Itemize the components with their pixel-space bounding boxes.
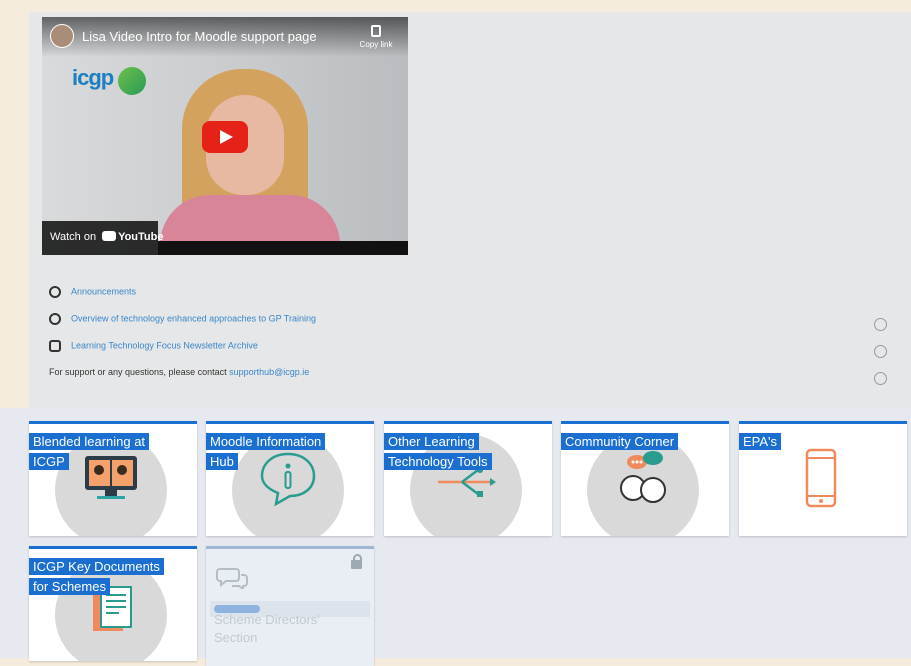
link-announcements[interactable]: Announcements: [49, 286, 136, 302]
tile-label: Other Learning Technology Tools: [384, 432, 524, 472]
chat-icon: [216, 568, 248, 589]
youtube-label: YouTube: [118, 231, 164, 243]
tile-icgp-key-documents[interactable]: ICGP Key Documents for Schemes: [29, 546, 197, 661]
completion-checkbox[interactable]: [874, 345, 887, 358]
tile-label: EPA's: [739, 432, 782, 452]
phone-icon: [805, 448, 837, 508]
video-title[interactable]: Lisa Video Intro for Moodle support page: [82, 29, 317, 44]
tile-label: Blended learning at ICGP: [29, 432, 169, 472]
youtube-icon: [102, 231, 117, 241]
tile-label: Moodle Information Hub: [206, 432, 346, 472]
support-text: For support or any questions, please con…: [49, 367, 309, 377]
course-summary-panel: icgp Lisa Video Intro for Moodle support…: [29, 12, 911, 408]
tile-moodle-information-hub[interactable]: Moodle Information Hub: [206, 421, 374, 536]
lock-icon: [351, 554, 362, 571]
page-icon: [49, 313, 61, 325]
support-message: For support or any questions, please con…: [49, 367, 227, 377]
tile-other-learning-technology-tools[interactable]: Other Learning Technology Tools: [384, 421, 552, 536]
book-icon: [49, 340, 61, 352]
support-email-link[interactable]: supporthub@icgp.ie: [229, 367, 309, 377]
conversation-icon: [620, 451, 666, 503]
link-newsletter-archive[interactable]: Learning Technology Focus Newsletter Arc…: [49, 340, 258, 356]
video-controls-bar: [158, 241, 408, 255]
link-label[interactable]: Learning Technology Focus Newsletter Arc…: [71, 340, 258, 350]
icgp-logo: icgp: [72, 65, 114, 90]
tile-scheme-directors-section[interactable]: Scheme Directors' Section: [206, 546, 374, 666]
link-overview[interactable]: Overview of technology enhanced approach…: [49, 313, 316, 329]
watch-on-label: Watch on: [50, 231, 97, 243]
channel-avatar[interactable]: [50, 24, 74, 48]
watch-on-youtube-button[interactable]: Watch on YouTube: [42, 221, 163, 255]
copy-icon: [371, 25, 381, 37]
tile-blended-learning[interactable]: Blended learning at ICGP: [29, 421, 197, 536]
completion-checkbox[interactable]: [874, 318, 887, 331]
link-label[interactable]: Overview of technology enhanced approach…: [71, 313, 316, 323]
tile-label: ICGP Key Documents for Schemes: [29, 557, 169, 597]
tile-epas[interactable]: EPA's: [739, 421, 907, 536]
icgp-logo-mark: [118, 67, 146, 95]
copy-link-label: Copy link: [359, 40, 393, 49]
link-label[interactable]: Announcements: [71, 286, 136, 296]
tile-label: Scheme Directors' Section: [214, 612, 320, 645]
youtube-embed[interactable]: icgp Lisa Video Intro for Moodle support…: [42, 17, 408, 255]
copy-link-button[interactable]: Copy link: [356, 25, 396, 49]
tile-label: Community Corner: [561, 432, 679, 452]
tile-community-corner[interactable]: Community Corner: [561, 421, 729, 536]
play-button[interactable]: [202, 121, 248, 153]
course-tiles-area: Blended learning at ICGP Moodle Informat…: [0, 408, 911, 666]
megaphone-icon: [49, 286, 61, 298]
completion-checkbox[interactable]: [874, 372, 887, 385]
